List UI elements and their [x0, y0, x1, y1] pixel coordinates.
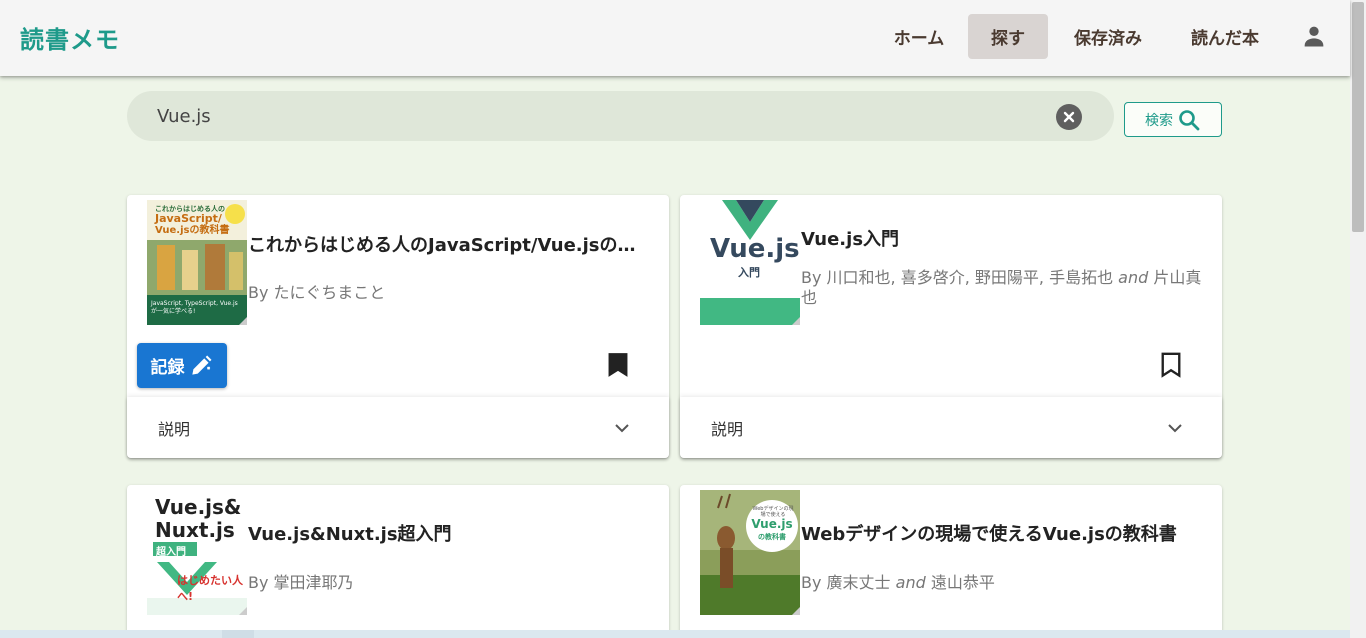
search-input[interactable]: [157, 103, 1037, 129]
account-icon-graphic: [1304, 26, 1324, 47]
account-icon[interactable]: [1300, 22, 1328, 50]
book-author: By 掌田津耶乃: [248, 573, 653, 593]
book-card: Vue.js& Nuxt.js 超入門 はじめたい人へ! Vue.js&Nuxt…: [127, 485, 669, 638]
author-names: たにぐちまこと: [273, 283, 386, 302]
author-prefix: By: [801, 573, 822, 592]
vertical-scrollbar[interactable]: [1350, 0, 1366, 638]
description-panel[interactable]: 説明: [680, 397, 1222, 458]
book-card: これからはじめる人の JavaScript/ Vue.jsの教科書 JavaSc…: [127, 195, 669, 458]
app-bar: 読書メモ ホーム 探す 保存済み 読んだ本: [0, 0, 1350, 76]
bookmark-icon[interactable]: [607, 352, 629, 378]
bookmark-filled-icon: [608, 353, 628, 377]
cover-bottom-text: JavaScript, TypeScript, Vue.jsが一気に学べる!: [151, 300, 238, 315]
author-prefix: By: [248, 283, 269, 302]
book-cover[interactable]: Vue.js 入門: [700, 200, 800, 325]
clear-search-button[interactable]: [1056, 104, 1082, 130]
cover-main-text-2: の教科書: [758, 533, 786, 541]
chevron-down-icon: [1168, 424, 1182, 433]
book-author: By 廣末丈士 and 遠山恭平: [801, 573, 1206, 593]
book-cover[interactable]: Vue.js& Nuxt.js 超入門 はじめたい人へ!: [147, 490, 247, 615]
close-icon: [1063, 111, 1075, 123]
cover-main-text-1: JavaScript/: [155, 212, 222, 225]
cover-main-text-1: Vue.js: [710, 234, 800, 264]
cover-main-text-1: Vue.js&: [155, 495, 242, 519]
bottom-strip: [0, 630, 1350, 638]
book-author: By たにぐちまこと: [248, 283, 653, 303]
description-label: 説明: [711, 420, 744, 439]
edit-icon: [191, 354, 212, 375]
book-title[interactable]: Vue.js入門: [801, 225, 1201, 251]
book-cover[interactable]: Webデザインの現場で使える Vue.js の教科書: [700, 490, 800, 615]
author-names: 掌田津耶乃: [273, 573, 354, 592]
search-box: [127, 91, 1114, 141]
search-button-label: 検索: [1145, 112, 1173, 129]
search-button[interactable]: 検索: [1124, 102, 1222, 137]
author-and: and: [1118, 268, 1149, 287]
bookmark-icon[interactable]: [1160, 352, 1182, 378]
cover-main-text-2: 入門: [738, 266, 760, 279]
author-prefix: By: [248, 573, 269, 592]
chevron-down-icon: [615, 424, 629, 433]
record-button-label: 記録: [150, 358, 185, 378]
author-names: 廣末丈士: [826, 573, 891, 592]
book-title[interactable]: これからはじめる人のJavaScript/Vue.jsの教科書: [248, 231, 648, 257]
scrollbar-thumb[interactable]: [1352, 2, 1364, 232]
cover-main-text-2: Vue.jsの教科書: [155, 225, 230, 236]
cover-main-text-1: Vue.js: [751, 517, 793, 531]
author-and: and: [895, 573, 926, 592]
cover-badge: 超入門: [156, 547, 186, 558]
nav-saved-label: 保存済み: [1074, 29, 1142, 49]
nav-saved[interactable]: 保存済み: [1058, 14, 1158, 59]
bookmark-outline-icon: [1161, 352, 1181, 378]
book-card: Webデザインの現場で使える Vue.js の教科書 Webデザインの現場で使え…: [680, 485, 1222, 638]
book-cover[interactable]: これからはじめる人の JavaScript/ Vue.jsの教科書 JavaSc…: [147, 200, 247, 325]
book-author: By 川口和也, 喜多啓介, 野田陽平, 手島拓也 and 片山真也: [801, 268, 1206, 308]
cover-sub-text: はじめたい人へ!: [177, 574, 243, 603]
nav-read-books[interactable]: 読んだ本: [1172, 14, 1278, 59]
app-brand[interactable]: 読書メモ: [20, 20, 120, 55]
nav-search-label: 探す: [991, 29, 1025, 49]
description-label: 説明: [158, 420, 191, 439]
author-names: 川口和也, 喜多啓介, 野田陽平, 手島拓也: [826, 268, 1114, 287]
nav-search[interactable]: 探す: [968, 14, 1048, 59]
cover-main-text-2: Nuxt.js: [155, 518, 235, 542]
record-button[interactable]: 記録: [137, 343, 227, 388]
book-title[interactable]: Webデザインの現場で使えるVue.jsの教科書: [801, 520, 1201, 546]
nav-read-books-label: 読んだ本: [1191, 29, 1259, 49]
nav-home-label: ホーム: [893, 29, 945, 49]
book-card: Vue.js 入門 Vue.js入門 By 川口和也, 喜多啓介, 野田陽平, …: [680, 195, 1222, 458]
description-panel[interactable]: 説明: [127, 397, 669, 458]
search-icon: [1179, 109, 1200, 130]
author-last: 遠山恭平: [930, 573, 995, 592]
nav-home[interactable]: ホーム: [876, 14, 962, 59]
book-title[interactable]: Vue.js&Nuxt.js超入門: [248, 520, 648, 546]
author-prefix: By: [801, 268, 822, 287]
